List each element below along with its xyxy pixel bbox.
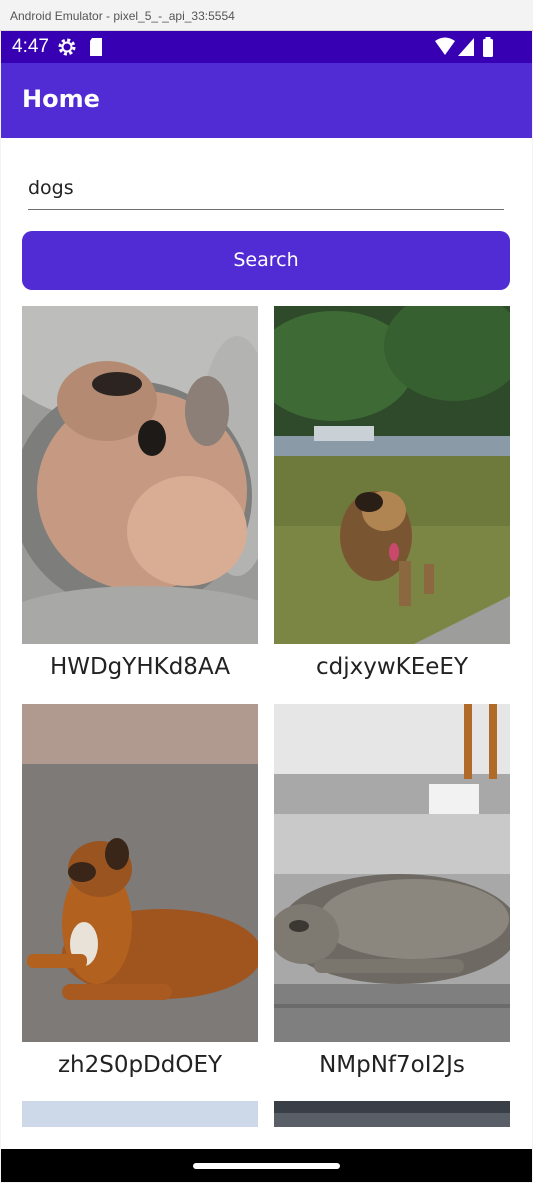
result-tile-partial[interactable] <box>274 1101 510 1127</box>
app-bar: Home <box>1 63 532 138</box>
result-tile-partial[interactable] <box>22 1101 258 1127</box>
wifi-icon <box>434 37 456 61</box>
dog-lying-on-sand-photo <box>22 704 258 1042</box>
result-tile[interactable]: zh2S0pDdOEY <box>22 704 258 1078</box>
search-button[interactable]: Search <box>22 231 510 290</box>
result-caption: cdjxywKEeEY <box>315 654 468 680</box>
sd-card-icon <box>88 37 104 61</box>
status-bar: 4:47 <box>1 31 532 63</box>
dog-running-on-grass-photo <box>274 306 510 644</box>
phone-screen: 4:47 Home Search <box>1 31 532 1182</box>
search-field[interactable] <box>28 161 504 210</box>
status-time: 4:47 <box>12 36 49 57</box>
result-caption: NMpNf7oI2Js <box>319 1052 465 1078</box>
battery-icon <box>482 37 494 61</box>
home-gesture-handle[interactable] <box>193 1163 340 1169</box>
result-tile[interactable]: NMpNf7oI2Js <box>274 704 510 1078</box>
navigation-bar <box>1 1149 532 1182</box>
result-tile[interactable]: HWDgYHKd8AA <box>22 306 258 680</box>
emulator-window-title: Android Emulator - pixel_5_-_api_33:5554 <box>0 0 533 31</box>
result-caption: HWDgYHKd8AA <box>49 654 231 680</box>
settings-gear-icon <box>57 37 77 61</box>
page-title: Home <box>22 85 100 113</box>
puppy-curled-in-bed-photo <box>22 306 258 644</box>
result-tile[interactable]: cdjxywKEeEY <box>274 306 510 680</box>
brindle-dog-lying-on-pavement-photo <box>274 704 510 1042</box>
signal-icon <box>457 37 475 61</box>
search-input[interactable] <box>28 161 504 199</box>
result-caption: zh2S0pDdOEY <box>57 1052 223 1078</box>
